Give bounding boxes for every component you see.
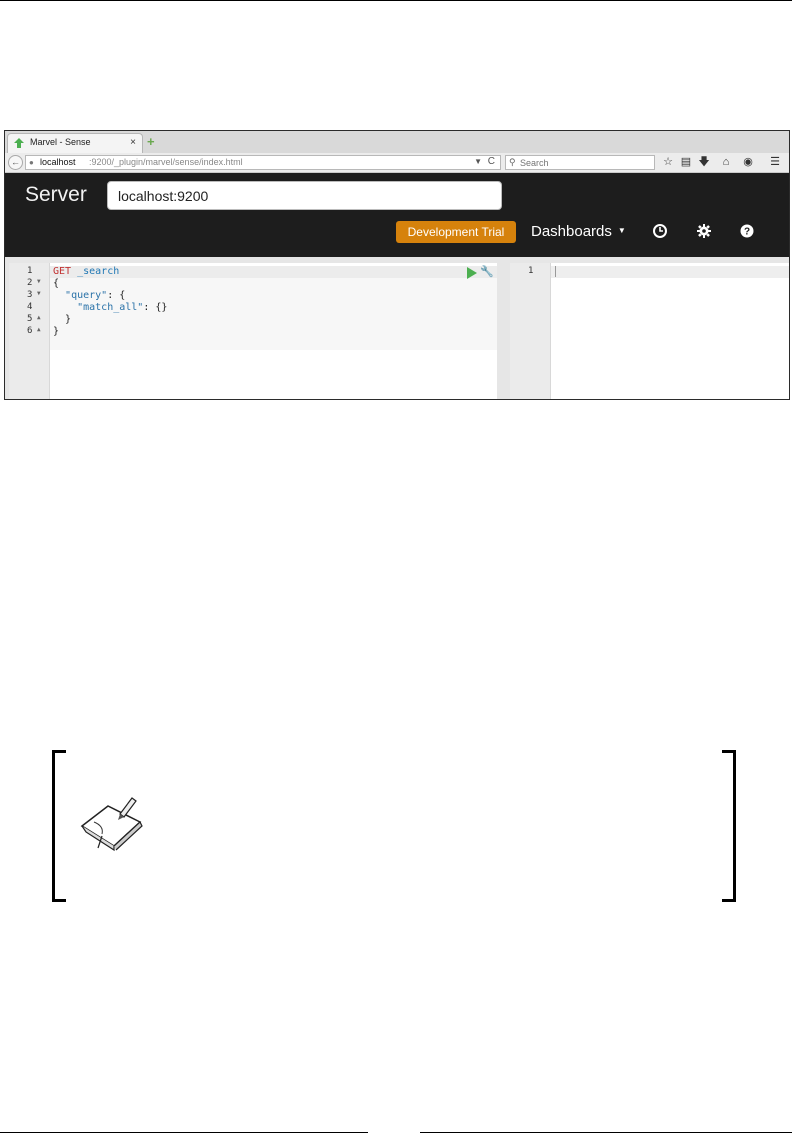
- marvel-favicon-icon: [14, 138, 24, 148]
- page-top-rule: [0, 0, 792, 1]
- tab-bar: Marvel - Sense × +: [5, 131, 789, 153]
- http-method: GET: [53, 266, 72, 277]
- fold-down-icon[interactable]: ▼: [37, 290, 41, 297]
- download-icon[interactable]: 🡇: [696, 155, 712, 170]
- tab-title: Marvel - Sense: [30, 137, 91, 147]
- page-bottom-rule-right: [420, 1132, 792, 1133]
- gear-icon[interactable]: [695, 222, 713, 240]
- search-bar[interactable]: ⚲: [505, 155, 655, 170]
- menu-icon[interactable]: ☰: [767, 155, 783, 170]
- code-line: GET _search: [53, 266, 167, 278]
- json-key: "query": [65, 290, 108, 301]
- back-button[interactable]: ←: [8, 155, 23, 170]
- browser-screenshot: Marvel - Sense × + ← ● localhost :9200/_…: [4, 130, 790, 400]
- url-host: localhost: [40, 157, 76, 167]
- tab-close-icon[interactable]: ×: [130, 137, 136, 148]
- chat-icon[interactable]: ◉: [740, 155, 756, 170]
- wrench-icon[interactable]: 🔧: [480, 265, 494, 278]
- app-header: Server Development Trial Dashboards ▼ ?: [5, 173, 789, 257]
- notes-icon: [80, 797, 143, 852]
- line-number: 5 ▲: [27, 314, 41, 324]
- fold-up-icon[interactable]: ▲: [37, 326, 41, 333]
- request-gutter: 1 2 ▼ 3 ▼ 4 5 ▲ 6 ▲: [9, 263, 50, 399]
- fold-up-icon[interactable]: ▲: [37, 314, 41, 321]
- note-bracket-left: [52, 750, 66, 902]
- search-icon: ⚲: [509, 157, 516, 167]
- line-number: 1: [528, 266, 534, 276]
- response-panel[interactable]: 1: [510, 263, 789, 399]
- note-bracket-right: [722, 750, 736, 902]
- request-path: _search: [77, 266, 120, 277]
- url-bar[interactable]: ● localhost :9200/_plugin/marvel/sense/i…: [25, 155, 501, 170]
- code-line: }: [53, 314, 72, 325]
- svg-text:?: ?: [744, 227, 750, 238]
- server-input[interactable]: [107, 181, 502, 210]
- clock-icon[interactable]: [651, 222, 669, 240]
- star-icon[interactable]: ☆: [660, 155, 676, 170]
- line-number: 2 ▼: [27, 278, 41, 288]
- line-number: 1: [27, 266, 33, 276]
- text-cursor: [555, 266, 556, 277]
- line-number: 6 ▲: [27, 326, 41, 336]
- fold-down-icon[interactable]: ▼: [37, 278, 41, 285]
- tab-marvel-sense[interactable]: Marvel - Sense ×: [7, 133, 143, 153]
- caret-down-icon: ▼: [617, 226, 626, 235]
- code-line: "query": {: [65, 290, 126, 301]
- url-dropdown-icon[interactable]: ▼: [474, 157, 482, 166]
- line-number: 4: [27, 302, 33, 312]
- help-icon[interactable]: ?: [738, 222, 756, 240]
- code-line: }: [53, 326, 60, 337]
- response-active-line: [550, 266, 789, 278]
- dashboards-menu[interactable]: Dashboards ▼: [531, 223, 626, 240]
- code-line: {: [53, 278, 60, 289]
- run-request-icon[interactable]: [467, 267, 477, 279]
- dashboards-label: Dashboards: [531, 223, 612, 240]
- page-bottom-rule-left: [0, 1132, 368, 1133]
- new-tab-button[interactable]: +: [147, 135, 155, 148]
- editor-area: 1 2 ▼ 3 ▼ 4 5 ▲ 6 ▲ GET _search { "query": {…: [5, 257, 789, 399]
- request-code[interactable]: GET _search { "query": { "match_all": {}…: [53, 266, 167, 338]
- development-trial-button[interactable]: Development Trial: [396, 221, 516, 243]
- request-editor[interactable]: 1 2 ▼ 3 ▼ 4 5 ▲ 6 ▲ GET _search { "query": {…: [9, 263, 497, 399]
- response-gutter: 1: [510, 263, 551, 399]
- site-identity-icon[interactable]: ●: [29, 158, 34, 167]
- line-number: 3 ▼: [27, 290, 41, 300]
- home-icon[interactable]: ⌂: [718, 155, 734, 170]
- url-path: :9200/_plugin/marvel/sense/index.html: [89, 157, 243, 167]
- navigation-bar: ← ● localhost :9200/_plugin/marvel/sense…: [5, 153, 789, 173]
- reload-icon[interactable]: C: [488, 156, 495, 167]
- json-key: "match_all": [77, 302, 144, 313]
- search-input[interactable]: [520, 157, 650, 168]
- server-label: Server: [25, 183, 87, 206]
- clipboard-icon[interactable]: ▤: [678, 155, 694, 170]
- code-line: "match_all": {}: [77, 302, 168, 313]
